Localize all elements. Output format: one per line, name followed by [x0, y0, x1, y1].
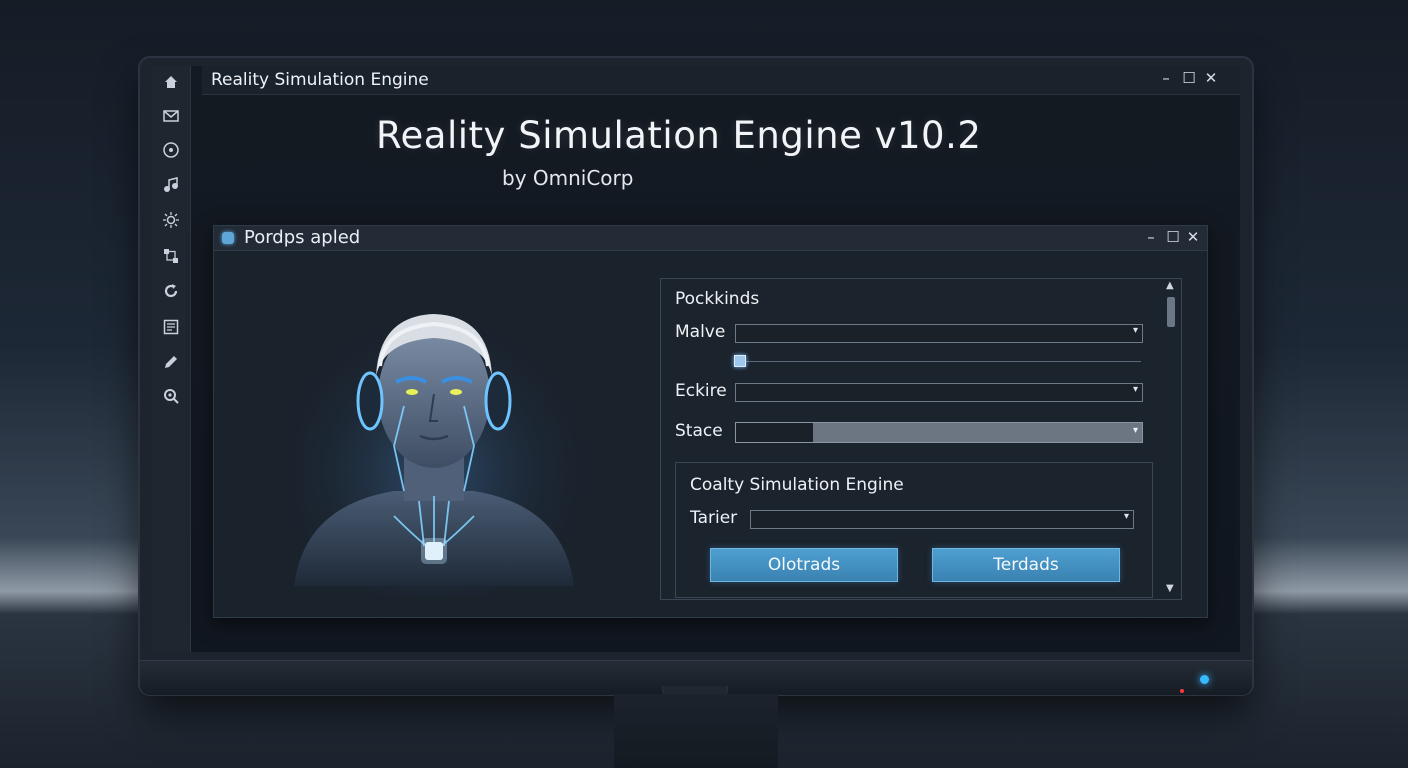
minimize-button[interactable]: –: [1157, 69, 1175, 87]
chevron-down-icon: ▾: [1132, 425, 1138, 436]
scroll-down-icon[interactable]: ▼: [1166, 583, 1174, 594]
disc-icon[interactable]: [161, 140, 181, 160]
tarier-dropdown[interactable]: ▾: [750, 510, 1134, 529]
app-icon: [222, 232, 234, 244]
mail-icon[interactable]: [161, 106, 181, 126]
stace-progress-fill: [736, 423, 814, 442]
brightness-icon[interactable]: [161, 210, 181, 230]
avatar-illustration: [284, 306, 584, 596]
olotrads-button[interactable]: Olotrads: [710, 548, 898, 582]
app-heading: Reality Simulation Engine v10.2: [376, 114, 982, 157]
slider-thumb[interactable]: [734, 355, 746, 367]
tarier-label: Tarier: [690, 508, 738, 528]
subpanel-heading: Coalty Simulation Engine: [690, 475, 904, 495]
dialog-close-button[interactable]: ✕: [1184, 228, 1202, 246]
window-titlebar[interactable]: Reality Simulation Engine – ☐ ✕: [202, 66, 1240, 95]
eckire-label: Eckire: [675, 381, 727, 401]
terdads-button[interactable]: Terdads: [932, 548, 1120, 582]
status-led: [1180, 689, 1184, 693]
window-title: Reality Simulation Engine: [211, 70, 429, 90]
dialog-minimize-button[interactable]: –: [1142, 228, 1160, 246]
monitor-stand: [614, 694, 778, 768]
dialog-title: Pordps apled: [244, 227, 361, 248]
stace-progress[interactable]: ▾: [735, 422, 1143, 443]
chevron-down-icon: ▾: [1132, 384, 1138, 395]
chevron-down-icon: ▾: [1123, 511, 1129, 522]
stace-label: Stace: [675, 421, 723, 441]
screen: Reality Simulation Engine – ☐ ✕ Reality …: [152, 66, 1240, 652]
slider-track: [735, 361, 1141, 362]
panel-heading: Pockkinds: [675, 289, 760, 309]
subpanel: Coalty Simulation Engine Tarier ▾ Olotra…: [675, 462, 1153, 598]
scroll-thumb[interactable]: [1167, 297, 1175, 327]
music-icon[interactable]: [161, 175, 181, 195]
malve-dropdown[interactable]: ▾: [735, 324, 1143, 343]
scrollbar[interactable]: ▲ ▼: [1163, 279, 1179, 597]
search-icon[interactable]: [161, 386, 181, 406]
sidebar: [152, 66, 191, 652]
document-icon[interactable]: [161, 317, 181, 337]
dialog-window: Pordps apled – ☐ ✕ Pockkinds Malve ▾ Eck…: [213, 225, 1208, 618]
dialog-maximize-button[interactable]: ☐: [1164, 228, 1182, 246]
refresh-icon[interactable]: [161, 281, 181, 301]
scroll-up-icon[interactable]: ▲: [1166, 280, 1174, 291]
settings-panel: Pockkinds Malve ▾ Eckire ▾ Stace ▾ Coalt…: [660, 278, 1182, 600]
power-led: [1200, 675, 1209, 684]
malve-label: Malve: [675, 322, 726, 342]
maximize-button[interactable]: ☐: [1180, 69, 1198, 87]
eckire-dropdown[interactable]: ▾: [735, 383, 1143, 402]
app-subheading: by OmniCorp: [502, 166, 634, 190]
network-icon[interactable]: [161, 246, 181, 266]
close-button[interactable]: ✕: [1202, 69, 1220, 87]
pen-icon[interactable]: [161, 352, 181, 372]
home-icon[interactable]: [161, 72, 181, 92]
chevron-down-icon: ▾: [1132, 325, 1138, 336]
dialog-titlebar[interactable]: Pordps apled – ☐ ✕: [214, 226, 1207, 251]
